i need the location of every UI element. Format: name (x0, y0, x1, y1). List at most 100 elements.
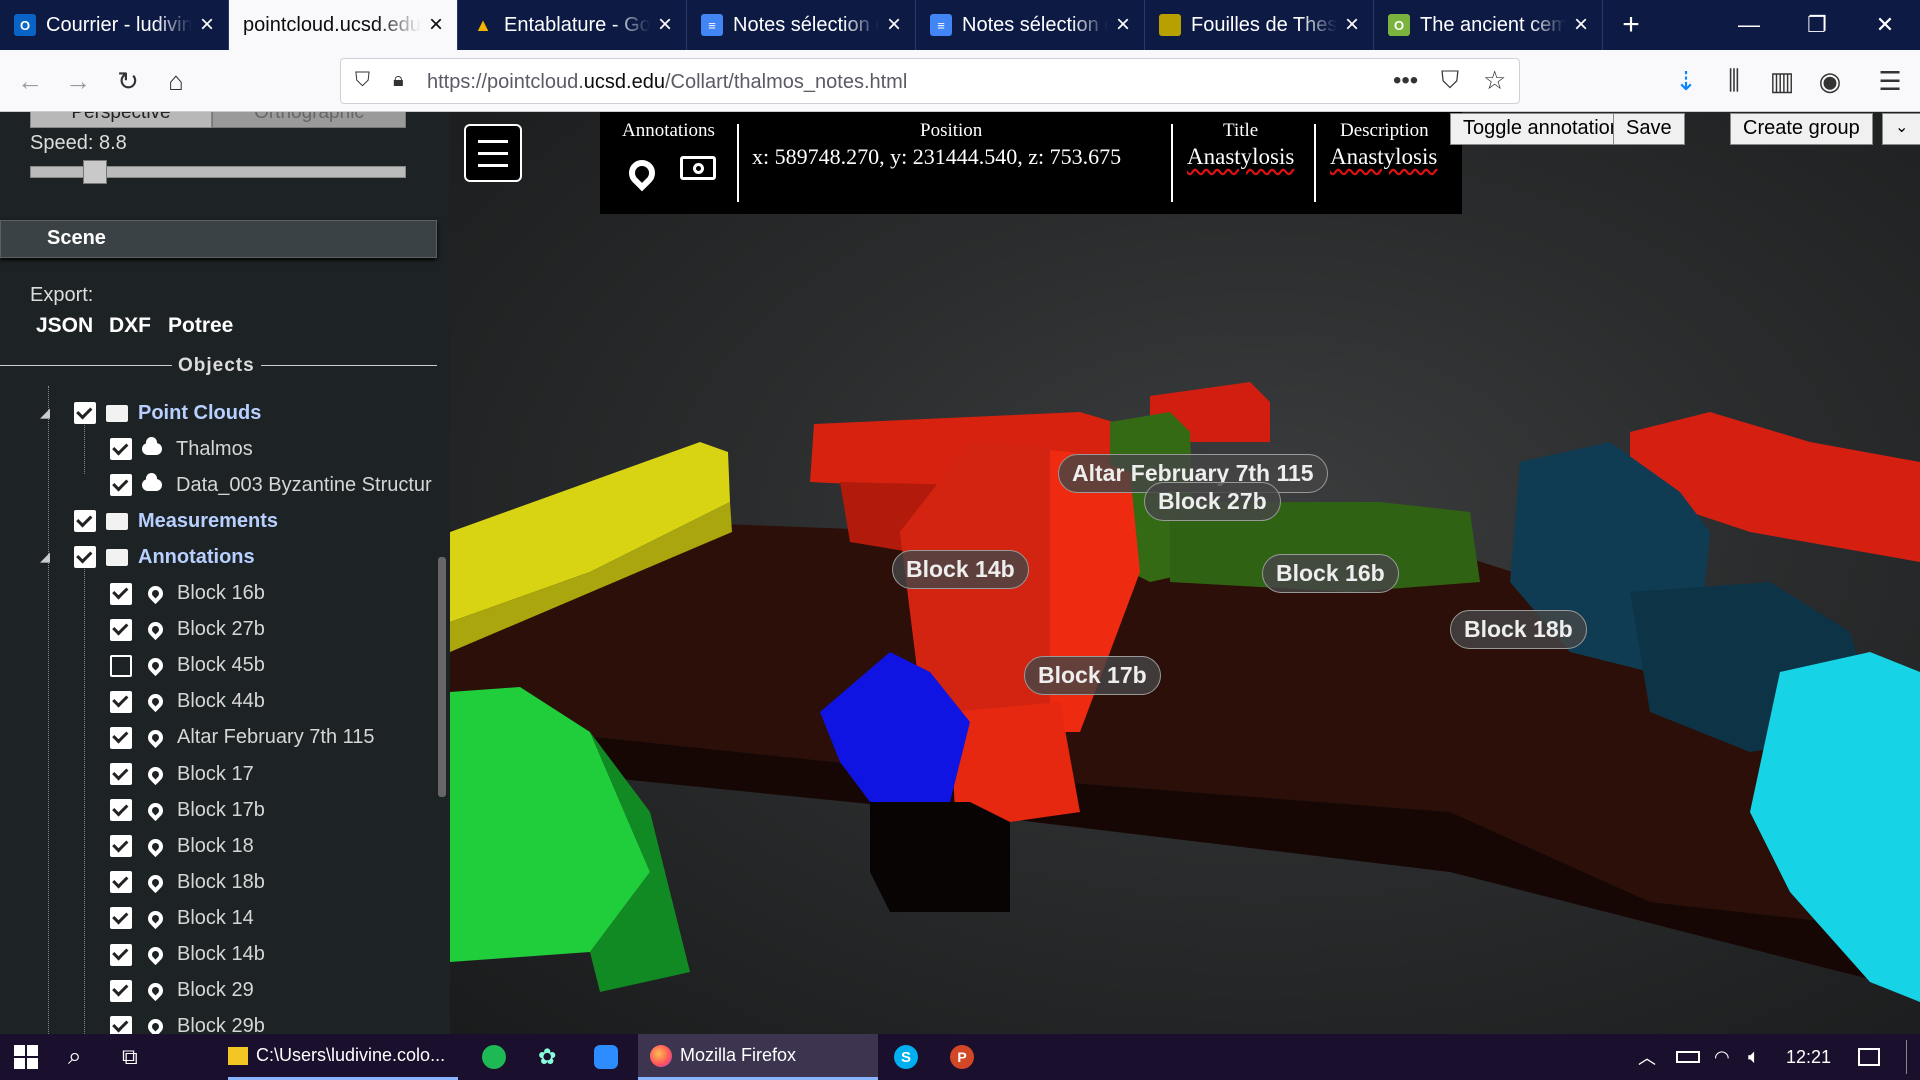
tree-item[interactable]: Block 27b (110, 613, 265, 647)
powerpoint-icon[interactable]: P (950, 1034, 974, 1080)
visibility-checkbox[interactable] (110, 690, 132, 713)
visibility-checkbox[interactable] (110, 474, 132, 497)
visibility-checkbox[interactable] (110, 582, 132, 605)
speed-slider-handle[interactable] (83, 160, 107, 184)
shield-icon[interactable]: ⛉ (355, 69, 370, 92)
tree-item[interactable]: Block 45b (110, 649, 265, 683)
annotation-label-block-16b[interactable]: Block 16b (1262, 554, 1399, 593)
notifications-icon[interactable] (1858, 1034, 1880, 1080)
library-icon[interactable]: ⫼ (1716, 63, 1752, 99)
tab-outlook[interactable]: O Courrier - ludivine × (0, 0, 229, 50)
sidebar-toggle-icon[interactable]: ▥ (1764, 63, 1800, 99)
restore-icon[interactable]: ❐ (1783, 0, 1851, 50)
annotation-label-block-17b[interactable]: Block 17b (1024, 656, 1161, 695)
tab-notes-2[interactable]: ≡ Notes sélection d × (916, 0, 1145, 50)
visibility-checkbox[interactable] (110, 835, 132, 858)
skype-icon[interactable]: S (894, 1034, 918, 1080)
search-icon[interactable]: ⌕ (68, 1034, 81, 1080)
export-json-link[interactable]: JSON (36, 314, 93, 338)
sidebar-scrollbar[interactable] (438, 557, 446, 797)
tree-item[interactable]: ◢ Annotations (40, 540, 255, 574)
visibility-checkbox[interactable] (74, 546, 96, 569)
app-icon[interactable]: ✿ (538, 1034, 556, 1080)
map-pin-icon[interactable] (623, 154, 661, 192)
tree-item[interactable]: Block 17b (110, 793, 265, 827)
downloads-icon[interactable]: ⇣ (1668, 63, 1704, 99)
title-value[interactable]: Anastylosis (1187, 144, 1294, 170)
visibility-checkbox[interactable] (110, 438, 132, 461)
tab-notes-1[interactable]: ≡ Notes sélection d × (687, 0, 916, 50)
new-tab-button[interactable]: + (1603, 0, 1659, 50)
minimize-icon[interactable]: — (1715, 0, 1783, 50)
visibility-checkbox[interactable] (110, 979, 132, 1002)
tab-entablature[interactable]: ▲ Entablature - Goo × (458, 0, 687, 50)
close-tab-icon[interactable]: × (421, 11, 451, 39)
home-icon[interactable]: ⌂ (158, 63, 194, 99)
taskbar-firefox[interactable]: Mozilla Firefox (638, 1034, 878, 1080)
visibility-checkbox[interactable] (110, 654, 132, 677)
visibility-checkbox[interactable] (74, 402, 96, 424)
tree-item[interactable]: Block 29 (110, 974, 254, 1008)
battery-icon[interactable] (1676, 1034, 1700, 1080)
close-tab-icon[interactable]: × (650, 11, 680, 39)
orthographic-button[interactable]: Orthographic (212, 112, 406, 128)
visibility-checkbox[interactable] (110, 799, 132, 822)
annotation-label-block-18b[interactable]: Block 18b (1450, 610, 1587, 649)
visibility-checkbox[interactable] (110, 763, 132, 785)
visibility-checkbox[interactable] (110, 618, 132, 641)
expand-triangle-icon[interactable]: ◢ (40, 549, 50, 565)
tree-item[interactable]: Block 17 (110, 757, 254, 791)
back-icon[interactable]: ← (12, 63, 48, 99)
close-tab-icon[interactable]: × (192, 11, 222, 39)
windows-start-icon[interactable] (14, 1034, 42, 1080)
wifi-icon[interactable]: ◠ (1714, 1034, 1730, 1080)
scene-section-header[interactable]: Scene (0, 220, 437, 258)
tab-ancient-cemetery[interactable]: O The ancient ceme × (1374, 0, 1603, 50)
point-cloud-render[interactable] (450, 112, 1920, 1034)
menu-icon[interactable]: ☰ (1872, 63, 1908, 99)
pocket-icon[interactable]: ⛉ (1441, 67, 1459, 95)
close-tab-icon[interactable]: × (879, 11, 909, 39)
url-bar[interactable]: ⛉ 🔒︎ https://pointcloud.ucsd.edu/Collart… (340, 58, 1520, 104)
expand-triangle-icon[interactable]: ◢ (40, 405, 50, 421)
tree-item[interactable]: Data_003 Byzantine Structur (110, 468, 432, 502)
visibility-checkbox[interactable] (110, 871, 132, 894)
point-cloud-viewer[interactable]: Altar February 7th 115 Block 27b Block 1… (450, 112, 1920, 1034)
account-icon[interactable]: ◉ (1812, 63, 1848, 99)
url-text[interactable]: https://pointcloud.ucsd.edu/Collart/thal… (427, 71, 907, 94)
tree-item[interactable]: Block 14b (110, 938, 265, 972)
visibility-checkbox[interactable] (74, 510, 96, 533)
tree-item[interactable]: Block 18b (110, 865, 265, 899)
volume-icon[interactable]: 🔈︎ (1748, 1034, 1760, 1080)
close-tab-icon[interactable]: × (1566, 11, 1596, 39)
save-button[interactable]: Save (1613, 113, 1685, 145)
tree-item[interactable]: Block 14 (110, 901, 254, 935)
tree-item[interactable]: Block 16b (110, 577, 265, 611)
tree-item[interactable]: ◢ Point Clouds (40, 396, 261, 430)
header-dropdown-button[interactable]: ⌄ (1882, 113, 1920, 145)
clock[interactable]: 12:21 (1786, 1034, 1831, 1080)
close-tab-icon[interactable]: × (1108, 11, 1138, 39)
tree-item[interactable]: Block 18 (110, 829, 254, 863)
visibility-checkbox[interactable] (110, 1015, 132, 1034)
export-dxf-link[interactable]: DXF (109, 314, 151, 338)
annotation-label-block-27b[interactable]: Block 27b (1144, 482, 1281, 521)
tab-pointcloud[interactable]: pointcloud.ucsd.edu/C × (229, 0, 458, 50)
forward-icon[interactable]: → (60, 63, 96, 99)
close-window-icon[interactable]: ✕ (1851, 0, 1919, 50)
camera-icon[interactable] (680, 156, 716, 180)
annotation-label-block-14b[interactable]: Block 14b (892, 550, 1029, 589)
tray-chevron-icon[interactable]: ︿ (1638, 1034, 1656, 1080)
visibility-checkbox[interactable] (110, 726, 132, 749)
tree-item[interactable]: Thalmos (110, 432, 253, 466)
task-view-icon[interactable]: ⧉ (122, 1034, 138, 1080)
tree-item[interactable]: Measurements (74, 504, 278, 538)
speed-slider-track[interactable] (30, 160, 406, 184)
export-potree-link[interactable]: Potree (168, 314, 233, 338)
description-value[interactable]: Anastylosis (1330, 144, 1437, 170)
taskbar-file-explorer[interactable]: C:\Users\ludivine.colo... (228, 1034, 458, 1080)
tab-fouilles[interactable]: Fouilles de Thesp × (1145, 0, 1374, 50)
tree-item[interactable]: Block 44b (110, 685, 265, 719)
hamburger-menu-button[interactable] (464, 124, 522, 182)
bookmark-star-icon[interactable]: ☆ (1483, 65, 1506, 96)
